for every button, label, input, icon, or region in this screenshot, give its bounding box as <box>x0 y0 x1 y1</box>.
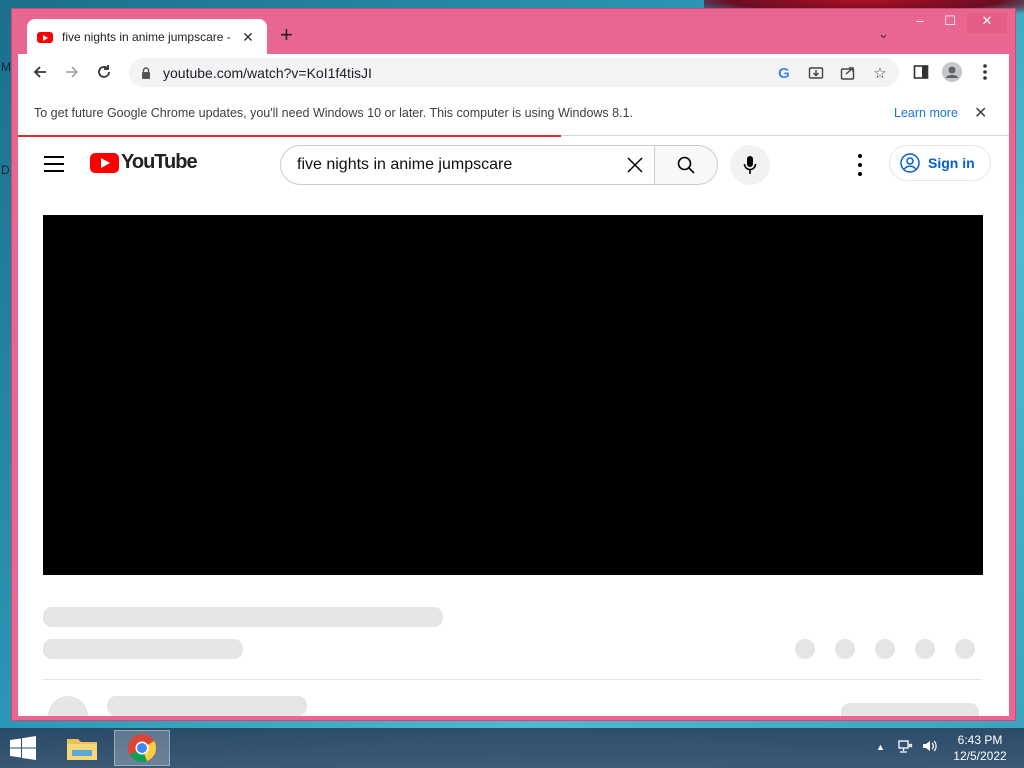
browser-window: five nights in anime jumpscare - ✕ + ⌄ –… <box>11 8 1016 721</box>
search-input[interactable] <box>297 156 617 174</box>
google-translate-icon[interactable]: G <box>775 64 793 82</box>
url-text: youtube.com/watch?v=KoI1f4tisJI <box>163 64 372 81</box>
tab-search-button[interactable]: ⌄ <box>878 26 889 42</box>
search-button[interactable] <box>654 145 718 185</box>
forward-arrow-icon <box>66 66 79 78</box>
address-bar[interactable]: youtube.com/watch?v=KoI1f4tisJI G ☆ <box>129 58 899 87</box>
search-box <box>280 145 655 185</box>
avatar-placeholder <box>48 696 88 716</box>
video-player[interactable] <box>43 215 983 575</box>
infobar-close-button[interactable]: ✕ <box>974 103 987 123</box>
learn-more-link[interactable]: Learn more <box>894 106 958 120</box>
sign-in-button[interactable]: Sign in <box>889 145 991 181</box>
desktop: M D five nights in anime jumpscare - ✕ +… <box>0 0 1024 768</box>
windows-logo-icon <box>10 736 36 760</box>
browser-tab[interactable]: five nights in anime jumpscare - ✕ <box>27 19 267 55</box>
menu-icon[interactable] <box>44 156 64 172</box>
voice-search-button[interactable] <box>730 145 770 185</box>
youtube-play-icon <box>90 152 119 173</box>
search-icon <box>677 156 695 174</box>
microphone-icon <box>743 156 757 174</box>
taskbar: ▲ 6:43 PM 12/5/2022 <box>0 728 1024 768</box>
profile-avatar-icon[interactable] <box>942 62 962 82</box>
clear-search-button[interactable] <box>624 154 646 176</box>
back-arrow-icon <box>33 66 46 78</box>
title-placeholder <box>43 607 443 627</box>
youtube-logo[interactable]: YouTube <box>90 151 198 174</box>
close-window-button[interactable]: ✕ <box>967 13 1007 33</box>
clock-time: 6:43 PM <box>957 733 1003 747</box>
file-explorer-taskbar-button[interactable] <box>54 730 110 766</box>
show-hidden-icons-button[interactable]: ▲ <box>876 742 885 752</box>
update-infobar: To get future Google Chrome updates, you… <box>18 90 1009 136</box>
tab-close-button[interactable]: ✕ <box>239 29 257 46</box>
clear-icon <box>627 157 643 173</box>
infobar-message: To get future Google Chrome updates, you… <box>34 105 633 120</box>
desktop-icon-label[interactable]: D <box>1 163 10 177</box>
network-icon[interactable] <box>897 738 913 757</box>
action-placeholder <box>795 639 815 659</box>
maximize-button[interactable]: ☐ <box>935 13 965 33</box>
youtube-favicon-icon <box>37 31 53 43</box>
start-button[interactable] <box>8 736 38 760</box>
tab-title: five nights in anime jumpscare - <box>62 30 231 44</box>
action-placeholder <box>875 639 895 659</box>
sign-in-label: Sign in <box>928 155 975 171</box>
action-placeholder <box>955 639 975 659</box>
description-placeholder <box>107 696 307 716</box>
divider <box>43 679 981 680</box>
browser-toolbar: youtube.com/watch?v=KoI1f4tisJI G ☆ <box>18 54 1009 90</box>
back-button[interactable] <box>28 60 52 84</box>
bookmark-star-icon[interactable]: ☆ <box>871 64 889 82</box>
reload-button[interactable] <box>92 60 116 84</box>
youtube-header: YouTube Sign in <box>18 137 1009 193</box>
browser-client-area: youtube.com/watch?v=KoI1f4tisJI G ☆ To g… <box>18 54 1009 716</box>
action-placeholder <box>835 639 855 659</box>
chrome-taskbar-button[interactable] <box>114 730 170 766</box>
youtube-wordmark: YouTube <box>121 151 198 173</box>
action-placeholder <box>915 639 935 659</box>
minimize-button[interactable]: – <box>905 13 935 33</box>
account-circle-icon <box>900 153 920 173</box>
system-clock[interactable]: 6:43 PM 12/5/2022 <box>946 732 1014 764</box>
settings-menu-icon[interactable] <box>848 154 872 176</box>
share-icon[interactable] <box>839 64 857 82</box>
subscribe-placeholder <box>841 703 979 716</box>
side-panel-icon[interactable] <box>911 62 931 82</box>
chrome-menu-icon[interactable] <box>975 62 995 82</box>
folder-icon <box>67 739 97 760</box>
lock-icon <box>142 66 150 79</box>
volume-icon[interactable] <box>921 738 937 757</box>
channel-placeholder <box>43 639 243 659</box>
install-app-icon[interactable] <box>807 64 825 82</box>
forward-button[interactable] <box>60 60 84 84</box>
desktop-icon-label[interactable]: M <box>1 60 11 74</box>
reload-icon <box>98 65 110 78</box>
chrome-icon <box>128 734 156 763</box>
clock-date: 12/5/2022 <box>953 749 1007 763</box>
new-tab-button[interactable]: + <box>280 24 293 46</box>
